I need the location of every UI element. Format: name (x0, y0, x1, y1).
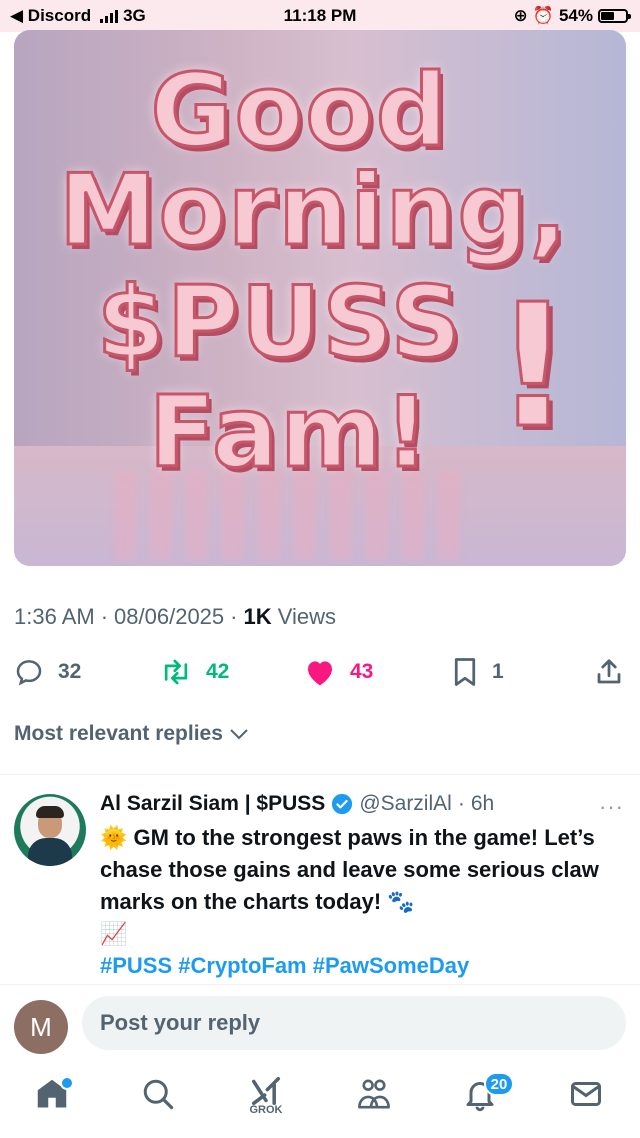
reply-header: Al Sarzil Siam | $PUSS @SarzilAl · 6h (100, 792, 620, 816)
like-count: 43 (350, 660, 374, 683)
nav-messages[interactable] (556, 1076, 616, 1126)
tweet-time: 1:36 AM (14, 604, 95, 629)
mail-icon (571, 1082, 601, 1106)
sun-emoji-icon: 🌞 (100, 825, 128, 850)
network-type: 3G (123, 6, 146, 25)
more-options-icon[interactable]: ··· (599, 794, 624, 820)
divider (0, 774, 640, 775)
signal-icon (100, 9, 119, 23)
new-posts-dot (60, 1076, 74, 1090)
reply-input[interactable]: Post your reply (82, 996, 626, 1050)
like-button[interactable]: 43 (304, 652, 373, 692)
nav-home[interactable] (22, 1076, 82, 1126)
nav-communities[interactable] (344, 1076, 404, 1126)
status-time: 11:18 PM (283, 6, 357, 25)
reply-item[interactable]: Al Sarzil Siam | $PUSS @SarzilAl · 6h ··… (0, 776, 640, 984)
grok-icon (251, 1076, 281, 1106)
views-count: 1K (243, 604, 272, 629)
reply-age: 6h (470, 792, 495, 815)
alarm-icon: ⏰ (532, 6, 554, 25)
tweet-image[interactable]: Good Morning, $PUSS Fam! ! (14, 30, 626, 566)
views-link[interactable]: 1K Views (243, 604, 336, 630)
paws-emoji-icon: 🐾 (387, 889, 415, 914)
reply-hashtags[interactable]: #PUSS #CryptoFam #PawSomeDay (100, 953, 469, 978)
share-button[interactable] (594, 652, 624, 692)
status-bar: ◀ Discord 3G 11:18 PM ⊕ ⏰ 54% (0, 0, 640, 32)
tweet-date: 08/06/2025 (114, 604, 225, 629)
repost-count: 42 (206, 660, 230, 683)
nav-search[interactable] (128, 1076, 188, 1126)
image-text-line: Good (149, 51, 450, 171)
tweet-meta: 1:36 AM · 08/06/2025 · 1K Views (14, 604, 336, 630)
chevron-down-icon (230, 729, 248, 740)
repost-button[interactable]: 42 (160, 652, 229, 692)
header-separator: · (457, 792, 465, 815)
reply-sort-dropdown[interactable]: Most relevant replies (14, 722, 249, 746)
reply-button[interactable]: 32 (14, 652, 81, 692)
heart-icon (308, 661, 332, 686)
bookmark-icon (454, 658, 476, 686)
screen-lock-icon: ⊕ (513, 6, 528, 25)
reply-author-name[interactable]: Al Sarzil Siam | $PUSS (100, 792, 325, 816)
bookmark-count: 1 (492, 660, 504, 683)
avatar-hair (36, 806, 64, 818)
bottom-nav: GROK 20 (0, 1064, 640, 1138)
reply-text: GM to the strongest paws in the game! Le… (100, 825, 599, 914)
image-exclamation: ! (493, 267, 574, 468)
avatar-body (28, 838, 72, 866)
back-to-app-link[interactable]: ◀ Discord (10, 6, 91, 26)
reply-count: 32 (58, 660, 82, 683)
meta-separator: · (230, 604, 238, 629)
divider (0, 984, 640, 985)
user-avatar[interactable]: M (14, 1000, 68, 1054)
repost-icon (164, 659, 188, 685)
verified-badge-icon (332, 793, 353, 815)
notifications-badge: 20 (484, 1072, 514, 1096)
share-icon (597, 659, 621, 684)
grok-label: GROK (249, 1104, 283, 1116)
avatar[interactable] (14, 794, 86, 866)
reply-icon (16, 660, 42, 686)
communities-icon (358, 1079, 390, 1109)
battery-icon (598, 9, 631, 23)
search-icon (143, 1079, 174, 1110)
tweet-actions: 32 42 43 1 (14, 652, 626, 692)
views-label: Views (277, 604, 337, 629)
meta-separator: · (100, 604, 109, 629)
reply-sort-label: Most relevant replies (14, 722, 223, 745)
nav-grok[interactable]: GROK (236, 1076, 296, 1126)
image-text-line: Morning, (58, 153, 569, 270)
nav-notifications[interactable]: 20 (450, 1072, 514, 1126)
chart-emoji-icon: 📈 (100, 921, 128, 946)
reply-author-handle[interactable]: @SarzilAl (359, 792, 452, 816)
battery-percent: 54% (558, 6, 593, 25)
compose-bar: M Post your reply (0, 992, 640, 1056)
bookmark-button[interactable]: 1 (452, 652, 504, 692)
reply-body: 🌞 GM to the strongest paws in the game! … (100, 822, 620, 982)
